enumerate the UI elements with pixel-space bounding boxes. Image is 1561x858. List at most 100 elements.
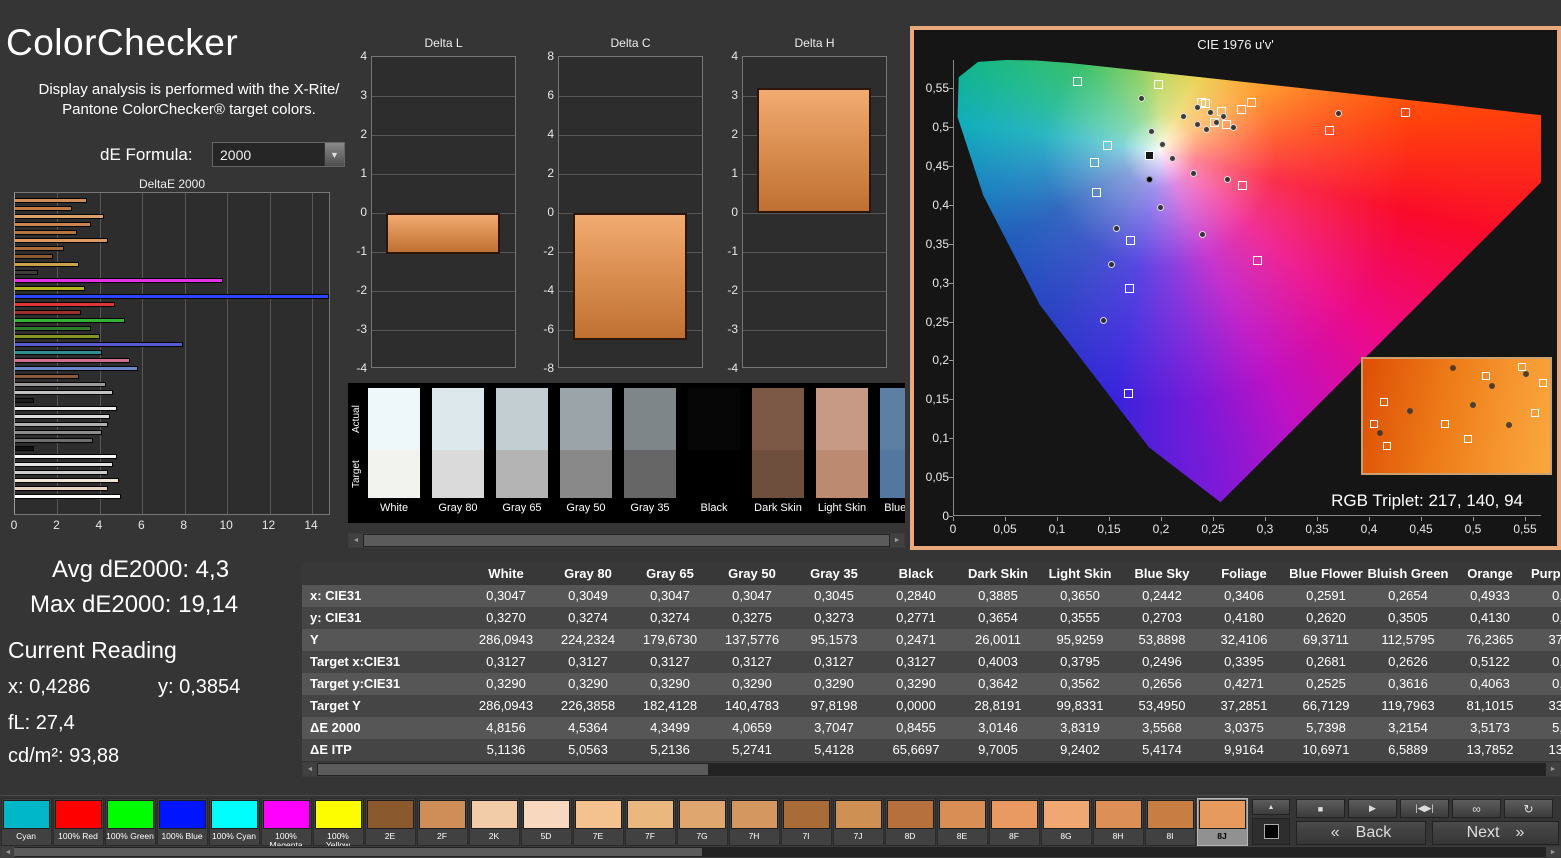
- patch-button[interactable]: 8E: [937, 798, 988, 846]
- patch-button[interactable]: 8H: [1093, 798, 1144, 846]
- patch-button[interactable]: 100% Yellow: [313, 798, 364, 846]
- patch-button[interactable]: 8I: [1145, 798, 1196, 846]
- y-tick-mark: [949, 244, 953, 245]
- y-tick-mark: [949, 283, 953, 284]
- table-cell: 0,2620: [1285, 607, 1367, 629]
- scroll-left-arrow-icon[interactable]: ◄: [349, 534, 363, 547]
- patch-button[interactable]: 2E: [365, 798, 416, 846]
- table-scrollbar[interactable]: ◄ ►: [302, 762, 1561, 777]
- patch-button[interactable]: Cyan: [1, 798, 52, 846]
- swatch-strip-scrollbar[interactable]: ◄ ►: [348, 533, 905, 548]
- de-formula-dropdown[interactable]: 2000 ▼: [212, 142, 345, 167]
- y-tick-mark: [949, 322, 953, 323]
- delta-h-chart: Delta H 43210-1-2-3-4: [706, 36, 888, 381]
- patch-button[interactable]: 7E: [573, 798, 624, 846]
- patch-actual-swatch: [560, 388, 612, 450]
- patch-button-label: 7H: [730, 832, 778, 841]
- gridline: [559, 174, 702, 175]
- patch-button[interactable]: 8G: [1041, 798, 1092, 846]
- patch-button[interactable]: 5D: [521, 798, 572, 846]
- table-cell: 224,2324: [547, 629, 629, 651]
- back-button[interactable]: « Back: [1296, 821, 1426, 845]
- patch-button[interactable]: 2K: [469, 798, 520, 846]
- current-cdm2-value: cd/m²: 93,88: [8, 745, 119, 768]
- scroll-right-arrow-icon[interactable]: ►: [1546, 763, 1560, 776]
- bottom-scrollbar[interactable]: ◄ ►: [0, 846, 1561, 858]
- x-tick-label: 0,45: [1404, 522, 1438, 536]
- scrollbar-thumb[interactable]: [318, 764, 708, 775]
- patch-button[interactable]: 7F: [625, 798, 676, 846]
- play-button[interactable]: ▶: [1348, 799, 1397, 818]
- table-cell: 0,3885: [957, 585, 1039, 607]
- next-button[interactable]: Next »: [1432, 821, 1559, 845]
- y-tick-label: 2: [706, 127, 738, 141]
- x-tick-label: 4: [89, 518, 109, 532]
- y-tick-label: 4: [522, 127, 554, 141]
- y-tick-label: 1: [706, 166, 738, 180]
- scroll-up-button[interactable]: ▲: [1252, 799, 1290, 815]
- gridline: [743, 291, 886, 292]
- y-tick-label: -6: [522, 322, 554, 336]
- corner-cell: [302, 563, 465, 585]
- target-square: [1253, 256, 1262, 265]
- scrollbar-thumb[interactable]: [14, 848, 702, 856]
- patch-color-swatch: [783, 800, 830, 829]
- table-cell: 0,3270: [465, 607, 547, 629]
- patch-label: Blue Sky: [874, 502, 905, 514]
- stop-button[interactable]: ■: [1296, 799, 1345, 818]
- row-label: Y: [302, 629, 465, 651]
- table-cell: 95,1573: [793, 629, 875, 651]
- patch-button[interactable]: 8J: [1197, 798, 1248, 846]
- scroll-right-arrow-icon[interactable]: ►: [890, 534, 904, 547]
- scrollbar-thumb[interactable]: [364, 535, 889, 546]
- patch-button[interactable]: 7I: [781, 798, 832, 846]
- column-header: Blue Flower: [1285, 563, 1367, 585]
- patch-button[interactable]: 8D: [885, 798, 936, 846]
- patch-button[interactable]: 7G: [677, 798, 728, 846]
- interval-button[interactable]: |◀▶|: [1400, 799, 1449, 818]
- table-cell: 0,3290: [793, 673, 875, 695]
- patch-button[interactable]: 7H: [729, 798, 780, 846]
- table-cell: 286,0943: [465, 695, 547, 717]
- patch-button[interactable]: 100% Green: [105, 798, 156, 846]
- table-cell: 0,8455: [875, 717, 957, 739]
- patch-color-swatch: [1043, 800, 1090, 829]
- gridline: [743, 330, 886, 331]
- patch-button[interactable]: 100% Cyan: [209, 798, 260, 846]
- scroll-right-arrow-icon[interactable]: ►: [1546, 847, 1560, 857]
- scroll-left-arrow-icon[interactable]: ◄: [1, 847, 15, 857]
- pattern-window-button[interactable]: [1252, 818, 1290, 845]
- table-cell: 4,3499: [629, 717, 711, 739]
- refresh-button[interactable]: ↻: [1504, 799, 1553, 818]
- loop-button[interactable]: ∞: [1452, 799, 1501, 818]
- patch-button[interactable]: 8F: [989, 798, 1040, 846]
- deltae-bar: [15, 430, 102, 435]
- deltae-bar: [15, 238, 108, 243]
- table-cell: 3,2154: [1367, 717, 1449, 739]
- y-tick-label: -3: [335, 322, 367, 336]
- x-tick-mark: [1421, 517, 1422, 521]
- target-square: [1401, 108, 1410, 117]
- table-cell: 119,7963: [1367, 695, 1449, 717]
- x-tick-mark: [1317, 517, 1318, 521]
- table-cell: 0,2681: [1285, 651, 1367, 673]
- deltae-bar: [15, 270, 38, 275]
- patch-button[interactable]: 7J: [833, 798, 884, 846]
- deltae-bar: [15, 406, 117, 411]
- x-tick-mark: [953, 517, 954, 521]
- table-cell: 9,9164: [1203, 739, 1285, 761]
- patch-button-label: Cyan: [2, 832, 50, 841]
- patch-button-label: 7J: [834, 832, 882, 841]
- back-label: Back: [1356, 824, 1392, 842]
- deltae-bar: [15, 334, 100, 339]
- target-square: [1238, 181, 1247, 190]
- deltae-bar: [15, 470, 108, 475]
- patch-button[interactable]: 100% Magenta: [261, 798, 312, 846]
- patch-button[interactable]: 100% Red: [53, 798, 104, 846]
- scroll-left-arrow-icon[interactable]: ◄: [303, 763, 317, 776]
- patch-button[interactable]: 2F: [417, 798, 468, 846]
- deltae-bar: [15, 438, 93, 443]
- patch-button[interactable]: 100% Blue: [157, 798, 208, 846]
- table-cell: 5,4174: [1121, 739, 1203, 761]
- current-y-value: y: 0,3854: [158, 676, 240, 699]
